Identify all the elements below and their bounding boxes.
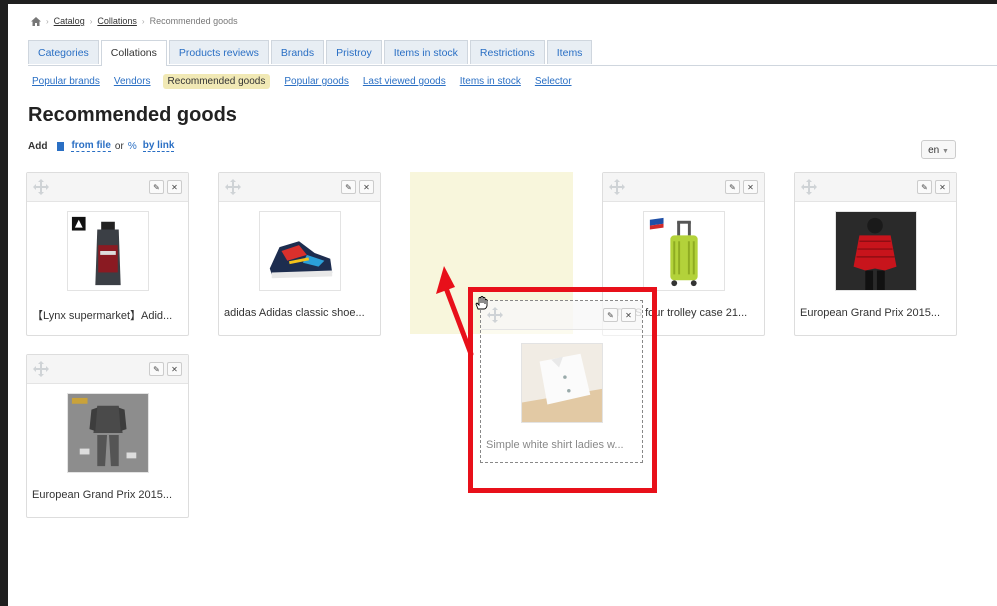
annotation-arrow-icon xyxy=(436,266,474,357)
hand-cursor-icon xyxy=(475,296,488,310)
page: › Catalog › Collations › Recommended goo… xyxy=(8,4,997,606)
